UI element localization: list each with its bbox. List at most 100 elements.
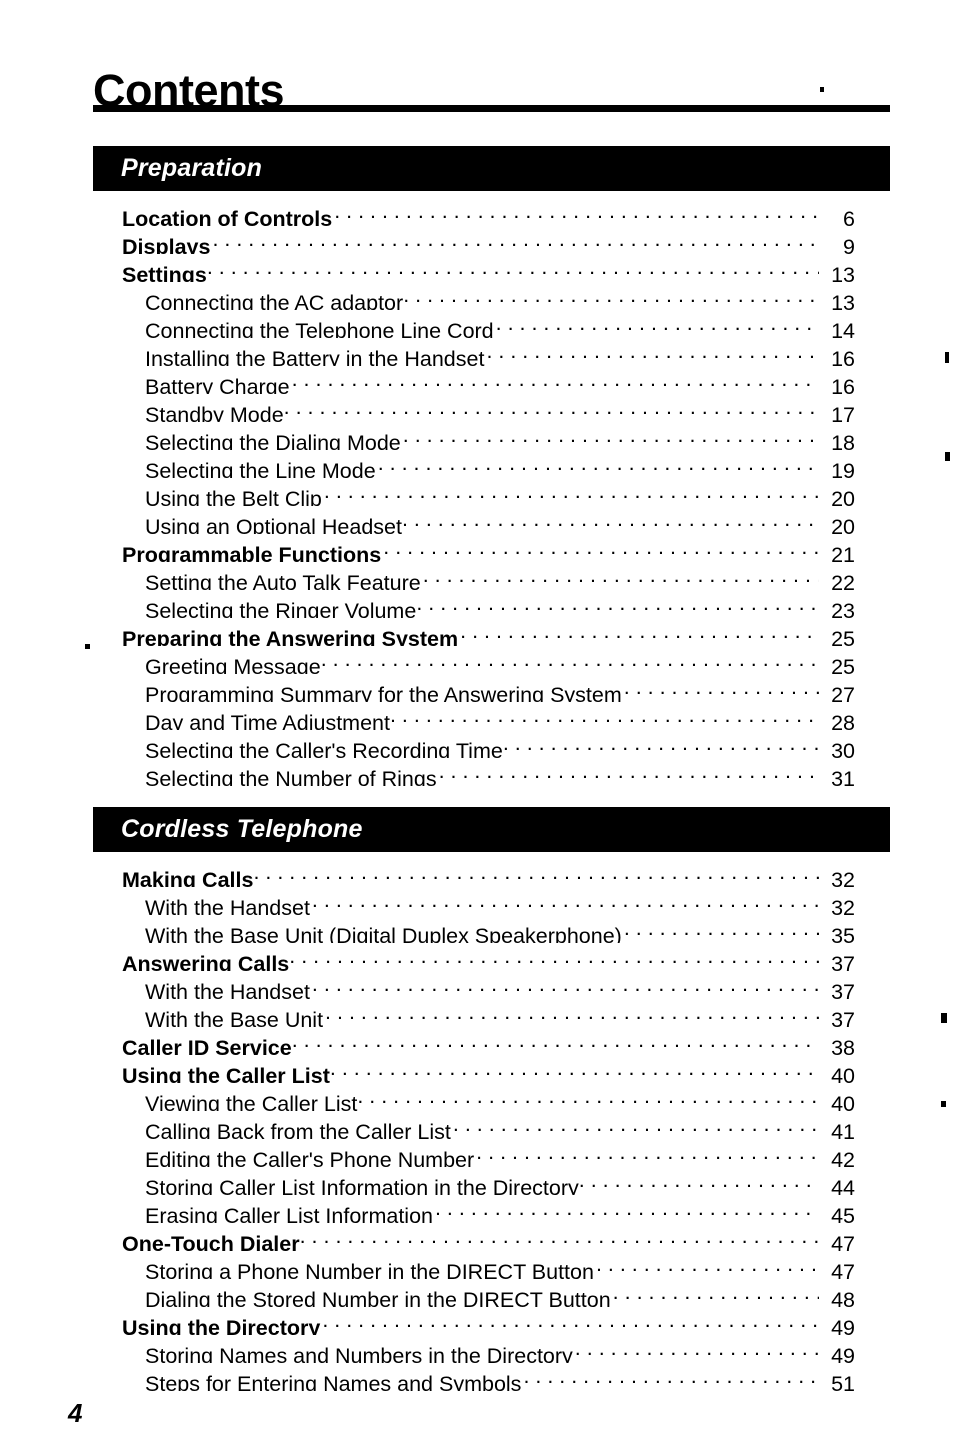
toc-entry[interactable]: Editing the Caller's Phone Number 42	[145, 1139, 855, 1167]
toc-entry[interactable]: Standby Mode 17	[145, 394, 855, 422]
toc-entry[interactable]: Selecting the Line Mode 19	[145, 450, 855, 478]
toc-entry[interactable]: With the Base Unit 37	[145, 999, 855, 1027]
toc-entry[interactable]: Answering Calls 37	[122, 943, 855, 971]
toc-entry[interactable]: Setting the Auto Talk Feature 22	[145, 562, 855, 590]
toc-entry[interactable]: Selecting the Dialing Mode 18	[145, 422, 855, 450]
scan-speck	[941, 1013, 947, 1023]
toc-entry-page-number: 42	[831, 1148, 855, 1167]
toc-entry[interactable]: Day and Time Adjustment 28	[145, 702, 855, 730]
toc-entry-label: Selecting the Line Mode	[145, 459, 376, 478]
toc-entry[interactable]: Selecting the Number of Rings 31	[145, 758, 855, 786]
toc-entry[interactable]: Dialing the Stored Number in the DIRECT …	[145, 1279, 855, 1307]
toc-entry-label: Installing the Battery in the Handset	[145, 347, 485, 366]
toc-entry[interactable]: Connecting the Telephone Line Cord 14	[145, 310, 855, 338]
dot-leader	[523, 1363, 819, 1391]
toc-entry-label: With the Handset	[145, 980, 310, 999]
toc-entry-label: Day and Time Adjustment	[145, 711, 390, 730]
toc-entry-page-number: 27	[831, 683, 855, 702]
toc-entry[interactable]: With the Base Unit (Digital Duplex Speak…	[145, 915, 855, 943]
dot-leader	[503, 730, 819, 758]
section-header-preparation: Preparation	[93, 146, 890, 191]
dot-leader	[322, 1307, 819, 1335]
scan-speck	[945, 452, 950, 461]
toc-entry-label: Editing the Caller's Phone Number	[145, 1148, 475, 1167]
toc-entry[interactable]: Connecting the AC adaptor 13	[145, 282, 855, 310]
dot-leader	[439, 758, 819, 786]
toc-entry[interactable]: Caller ID Service 38	[122, 1027, 855, 1055]
toc-entry[interactable]: Storing Names and Numbers in the Directo…	[145, 1335, 855, 1363]
toc-entry-page-number: 20	[831, 487, 855, 506]
dot-leader	[321, 646, 819, 674]
toc-entry-label: Storing Names and Numbers in the Directo…	[145, 1344, 573, 1363]
toc-entry-label: With the Base Unit	[145, 1008, 324, 1027]
section-header-label: Cordless Telephone	[121, 814, 363, 843]
toc-entry-page-number: 37	[831, 980, 855, 999]
toc-entry-page-number: 37	[831, 1008, 855, 1027]
toc-entry-page-number: 51	[831, 1372, 855, 1391]
toc-entry[interactable]: Selecting the Caller's Recording Time 30	[145, 730, 855, 758]
toc-entry[interactable]: Storing Caller List Information in the D…	[145, 1167, 855, 1195]
toc-entry-page-number: 28	[831, 711, 855, 730]
toc-entry[interactable]: Settings 13	[122, 254, 855, 282]
toc-entry-page-number: 6	[843, 207, 855, 226]
toc-entry-label: Greeting Message	[145, 655, 321, 674]
title-rule	[93, 105, 890, 112]
toc-entry[interactable]: Battery Charge 16	[145, 366, 855, 394]
toc-entry-label: Calling Back from the Caller List	[145, 1120, 451, 1139]
toc-entry[interactable]: Storing a Phone Number in the DIRECT But…	[145, 1251, 855, 1279]
toc-entry-label: Preparing the Answering System	[122, 627, 459, 646]
dot-leader	[453, 1111, 819, 1139]
toc-entry[interactable]: Programming Summary for the Answering Sy…	[145, 674, 855, 702]
toc-entry[interactable]: Using an Optional Headset 20	[145, 506, 855, 534]
toc-entry[interactable]: Viewing the Caller List 40	[145, 1083, 855, 1111]
toc-entry-label: Location of Controls	[122, 207, 333, 226]
scan-speck	[941, 1101, 946, 1107]
toc-entry-page-number: 37	[831, 952, 855, 971]
toc-entry-page-number: 48	[831, 1288, 855, 1307]
toc-entry[interactable]: Location of Controls 6	[122, 198, 855, 226]
dot-leader	[390, 702, 819, 730]
toc-entry-label: Selecting the Ringer Volume	[145, 599, 417, 618]
toc-entry[interactable]: Erasing Caller List Information 45	[145, 1195, 855, 1223]
toc-entry-label: Programming Summary for the Answering Sy…	[145, 683, 622, 702]
toc-entry[interactable]: One-Touch Dialer 47	[122, 1223, 855, 1251]
toc-entry[interactable]: Installing the Battery in the Handset 16	[145, 338, 855, 366]
toc-entry[interactable]: Selecting the Ringer Volume 23	[145, 590, 855, 618]
toc-entry[interactable]: Using the Caller List 40	[122, 1055, 855, 1083]
toc-entry[interactable]: Using the Belt Clip 20	[145, 478, 855, 506]
toc-entry-page-number: 45	[831, 1204, 855, 1223]
toc-entry-page-number: 20	[831, 515, 855, 534]
toc-entry-label: Answering Calls	[122, 952, 290, 971]
toc-entry[interactable]: Calling Back from the Caller List 41	[145, 1111, 855, 1139]
toc-entry-label: Setting the Auto Talk Feature	[145, 571, 421, 590]
section-header-label: Preparation	[121, 153, 263, 182]
dot-leader	[289, 943, 819, 971]
dot-leader	[624, 674, 819, 702]
toc-entry[interactable]: Steps for Entering Names and Symbols 51	[145, 1363, 855, 1391]
toc-entry-page-number: 13	[831, 291, 855, 310]
toc-entry[interactable]: Programmable Functions 21	[122, 534, 855, 562]
toc-entry-label: Selecting the Caller's Recording Time	[145, 739, 503, 758]
toc-entry-label: Connecting the AC adaptor	[145, 291, 404, 310]
toc-entry-label: Selecting the Dialing Mode	[145, 431, 401, 450]
dot-leader	[312, 887, 819, 915]
toc-entry[interactable]: With the Handset 32	[145, 887, 855, 915]
toc-entry[interactable]: Making Calls 32	[122, 859, 855, 887]
toc-entry[interactable]: Displays 9	[122, 226, 855, 254]
toc-entry-page-number: 21	[831, 543, 855, 562]
dot-leader	[596, 1251, 819, 1279]
toc-entry[interactable]: Greeting Message 25	[145, 646, 855, 674]
dot-leader	[416, 590, 819, 618]
scan-speck	[945, 352, 949, 363]
toc-entry-page-number: 25	[831, 655, 855, 674]
toc-entry[interactable]: Preparing the Answering System 25	[122, 618, 855, 646]
toc-entry-page-number: 41	[831, 1120, 855, 1139]
page-number-folio: 4	[68, 1398, 83, 1428]
toc-entry-page-number: 38	[831, 1036, 855, 1055]
dot-leader	[403, 422, 819, 450]
toc-entry[interactable]: Using the Directory 49	[122, 1307, 855, 1335]
toc-entry-label: With the Handset	[145, 896, 310, 915]
toc-entry-page-number: 31	[831, 767, 855, 786]
toc-entry-label: Displays	[122, 235, 211, 254]
toc-entry[interactable]: With the Handset 37	[145, 971, 855, 999]
